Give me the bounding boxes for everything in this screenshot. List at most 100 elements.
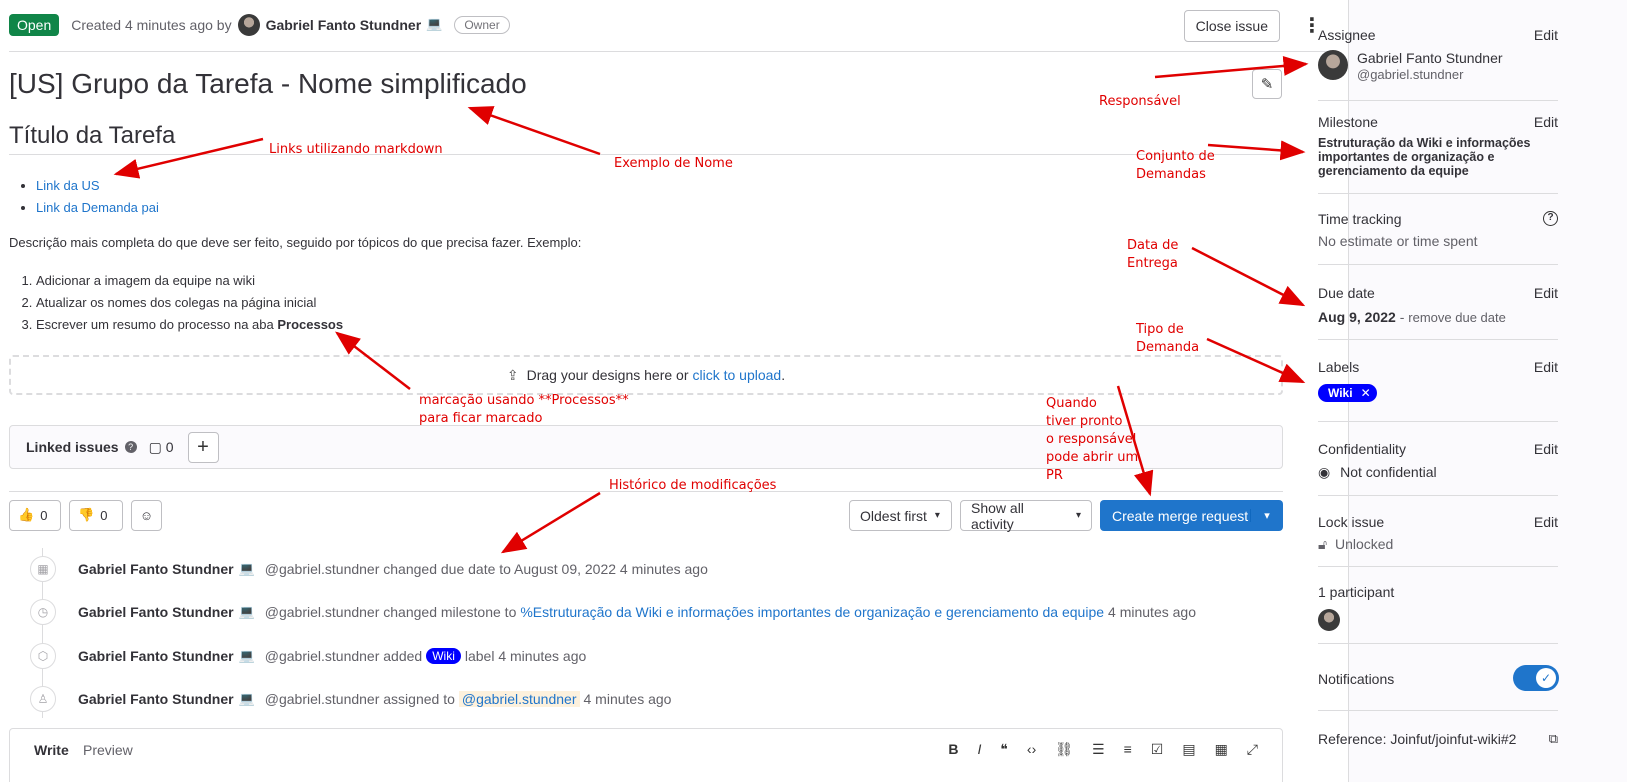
assignee-edit-button[interactable]: Edit (1534, 27, 1558, 43)
label-chip[interactable]: Wiki (426, 648, 461, 664)
divider (1318, 100, 1558, 101)
quote-icon[interactable]: ❝ (1000, 741, 1008, 758)
remove-due-date-link[interactable]: remove due date (1408, 310, 1506, 325)
annotation-line: Tipo de (1136, 322, 1184, 337)
lock-value: Unlocked (1334, 536, 1394, 552)
laptop-icon: 💻 (238, 561, 255, 577)
laptop-icon: 💻 (426, 17, 443, 32)
label-chip[interactable]: Wiki ✕ (1318, 384, 1377, 402)
annotation-line: Entrega (1127, 256, 1178, 271)
assignee-name: Gabriel Fanto Stundner (1357, 50, 1503, 66)
lock-row: 🔓︎ Unlocked (1318, 536, 1558, 553)
avatar[interactable] (1318, 609, 1340, 631)
numbered-list-icon[interactable]: ≡ (1124, 741, 1132, 758)
create-merge-request-button[interactable]: Create merge request ▾ (1100, 500, 1283, 531)
confidentiality-row: ◉ Not confidential (1318, 464, 1558, 481)
timeline-author[interactable]: Gabriel Fanto Stundner (78, 604, 234, 620)
avatar (1318, 50, 1348, 80)
assignee-handle: @gabriel.stundner (1357, 67, 1464, 82)
close-issue-button[interactable]: Close issue (1183, 10, 1280, 42)
add-linked-issue-button[interactable]: + (187, 431, 219, 463)
confidentiality-edit-button[interactable]: Edit (1534, 441, 1558, 457)
annotation-data-entrega: Data de Entrega (1127, 237, 1178, 273)
issue-title: [US] Grupo da Tarefa - Nome simplificado (9, 68, 527, 99)
task-list-icon[interactable]: ☑ (1151, 741, 1164, 758)
time-tracking-title: Time tracking (1318, 211, 1402, 227)
italic-icon[interactable]: I (977, 741, 981, 758)
actions-row: 👍 0 👎 0 ☺ Oldest first ▾ Show all activi… (9, 491, 1283, 539)
tab-write[interactable]: Write (34, 742, 69, 758)
timeline-time: label 4 minutes ago (464, 648, 587, 664)
clock-icon: ◷ (30, 599, 56, 625)
filter-label: Show all activity (971, 499, 1024, 532)
close-icon[interactable]: ✕ (1361, 386, 1371, 400)
thumbs-up-button[interactable]: 👍 0 (9, 500, 61, 531)
code-icon[interactable]: ‹› (1027, 741, 1036, 758)
link-icon[interactable]: ⛓ (1055, 741, 1073, 758)
upload-link[interactable]: click to upload (693, 367, 782, 383)
edit-title-button[interactable]: ✎ (1252, 69, 1282, 99)
milestone-link[interactable]: %Estruturação da Wiki e informações impo… (520, 604, 1104, 620)
reference-section: Reference: Joinfut/joinfut-wiki#2 ⧉ (1318, 731, 1558, 747)
lock-edit-button[interactable]: Edit (1534, 514, 1558, 530)
question-icon[interactable]: ? (1543, 211, 1558, 226)
confidentiality-value: Not confidential (1340, 464, 1437, 480)
annotation-line: para ficar marcado (419, 411, 543, 426)
due-date-edit-button[interactable]: Edit (1534, 285, 1558, 301)
annotation-conjunto: Conjunto de Demandas (1136, 148, 1215, 184)
timeline-author[interactable]: Gabriel Fanto Stundner (78, 648, 234, 664)
bullet-list-icon[interactable]: ☰ (1092, 741, 1105, 758)
linked-count: ▢ 0 (149, 439, 174, 456)
laptop-icon: 💻 (238, 648, 255, 664)
thumbs-up-count: 0 (40, 508, 48, 523)
thumbs-down-button[interactable]: 👎 0 (69, 500, 123, 531)
linked-count-value: 0 (165, 438, 174, 455)
comment-composer: Write Preview B I ❝ ‹› ⛓ ☰ ≡ ☑ ▤ ▦ ⤢ (9, 728, 1283, 782)
question-icon[interactable]: ? (124, 441, 137, 453)
chevron-down-icon[interactable]: ▾ (1250, 509, 1283, 522)
confidentiality-section: Confidentiality Edit ◉ Not confidential (1318, 441, 1558, 481)
avatar[interactable] (237, 13, 260, 36)
timeline-item: ⬡ Gabriel Fanto Stundner 💻 @gabriel.stun… (30, 643, 586, 669)
add-reaction-button[interactable]: ☺ (131, 500, 162, 531)
timeline-text: @gabriel.stundner changed milestone to (264, 604, 517, 620)
activity-filter-select[interactable]: Show all activity ▾ (960, 499, 1092, 532)
milestone-edit-button[interactable]: Edit (1534, 114, 1558, 130)
due-date-section: Due date Edit Aug 9, 2022 - remove due d… (1318, 285, 1558, 325)
annotation-line: Data de (1127, 238, 1179, 253)
tab-preview[interactable]: Preview (83, 742, 133, 758)
bold-icon[interactable]: B (948, 741, 958, 758)
table-icon[interactable]: ▦ (1215, 741, 1228, 758)
timeline-text: @gabriel.stundner assigned to (264, 691, 455, 707)
participants-section: 1 participant (1318, 584, 1558, 634)
list-item: Link da US (36, 175, 159, 197)
assignee-user[interactable]: Gabriel Fanto Stundner @gabriel.stundner (1318, 50, 1558, 84)
time-tracking-value: No estimate or time spent (1318, 233, 1478, 249)
timeline-author[interactable]: Gabriel Fanto Stundner (78, 561, 234, 577)
collapsible-icon[interactable]: ▤ (1182, 741, 1195, 758)
copy-icon[interactable]: ⧉ (1549, 731, 1558, 747)
notifications-toggle[interactable]: ✓ (1513, 665, 1559, 691)
timeline-time: 4 minutes ago (1108, 604, 1196, 620)
annotation-line: tiver pronto (1046, 414, 1123, 429)
annotation-links: Links utilizando markdown (269, 142, 443, 157)
annotation-responsavel: Responsável (1099, 94, 1181, 109)
design-dropzone[interactable]: ⇪ Drag your designs here or click to upl… (9, 355, 1283, 395)
labels-title: Labels (1318, 359, 1360, 375)
timeline-author[interactable]: Gabriel Fanto Stundner (78, 691, 234, 707)
labels-edit-button[interactable]: Edit (1534, 359, 1558, 375)
linked-issues-title: Linked issues (26, 439, 119, 455)
due-date-row: Aug 9, 2022 - remove due date (1318, 309, 1558, 325)
link-parent-demand[interactable]: Link da Demanda pai (36, 200, 159, 215)
fullscreen-icon[interactable]: ⤢ (1247, 741, 1258, 758)
milestone-value[interactable]: Estruturação da Wiki e informações impor… (1318, 136, 1558, 178)
link-us[interactable]: Link da US (36, 178, 100, 193)
plus-icon: + (197, 435, 209, 458)
divider (1318, 339, 1558, 340)
author-link[interactable]: Gabriel Fanto Stundner (266, 17, 422, 33)
user-mention[interactable]: @gabriel.stundner (458, 691, 580, 707)
sort-select[interactable]: Oldest first ▾ (849, 500, 952, 531)
unlock-icon: 🔓︎ (1318, 536, 1328, 552)
thumbs-up-icon: 👍 (18, 508, 35, 523)
list-item: Escrever um resumo do processo na aba Pr… (36, 314, 343, 336)
